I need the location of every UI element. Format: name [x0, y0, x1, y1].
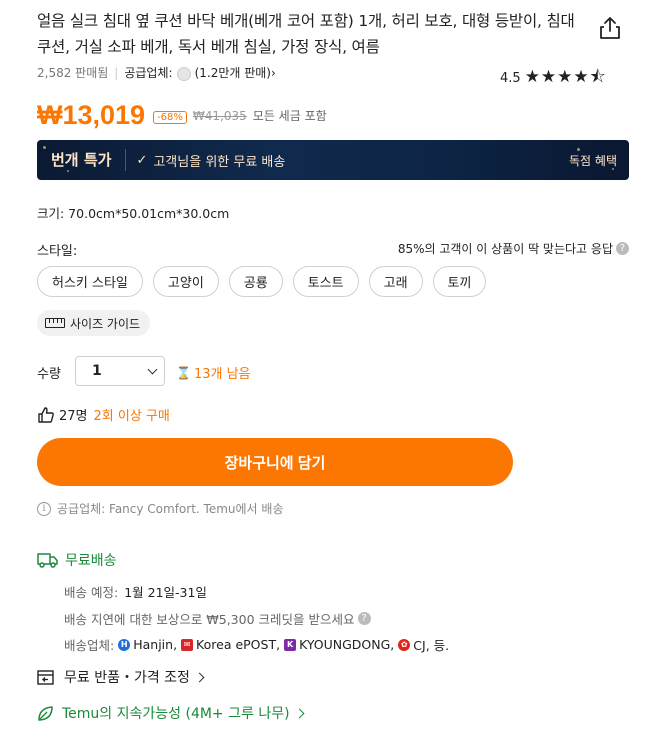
style-option[interactable]: 공룡	[228, 266, 283, 297]
truck-icon	[37, 553, 58, 568]
eta-value: 1월 21일-31일	[124, 585, 207, 600]
lightning-deal-banner[interactable]: 번개 특가 ✓ 고객님을 위한 무료 배송 독점 혜택	[37, 140, 629, 180]
style-option[interactable]: 허스키 스타일	[37, 266, 143, 297]
stock-remaining: ⌛ 13개 남음	[176, 363, 251, 383]
quantity-value: 1	[92, 363, 102, 379]
carriers-label: 배송업체:	[64, 638, 115, 653]
korea-epost-logo-icon: ✉	[181, 638, 194, 651]
exclusive-benefit: 독점 혜택	[569, 153, 617, 168]
style-option[interactable]: 토끼	[432, 266, 487, 297]
fit-note: 85%의 고객이 이 상품이 딱 맞는다고 응답 ?	[398, 240, 629, 257]
supplier-link[interactable]: 공급업체: (1.2만개 판매)›	[124, 64, 276, 81]
carrier-cj: CJ, 등.	[413, 638, 450, 653]
chevron-right-icon	[294, 708, 304, 718]
delivery-estimate: 배송 예정: 1월 21일-31일	[64, 582, 207, 601]
style-option[interactable]: 고래	[368, 266, 423, 297]
size-spec: 크기: 70.0cm*50.01cm*30.0cm	[37, 206, 230, 221]
thumbs-up-icon	[38, 406, 54, 423]
chevron-right-icon: ›	[271, 66, 276, 80]
delay-credit: 배송 지연에 대한 보상으로 ₩5,300 크레딧을 받으세요 ?	[64, 609, 371, 628]
style-option[interactable]: 토스트	[292, 266, 359, 297]
quantity-label: 수량	[37, 367, 61, 382]
stock-text: 13개 남음	[193, 367, 251, 382]
supplier-sales: (1.2만개 판매)	[194, 66, 271, 80]
supplier-label: 공급업체:	[124, 66, 173, 80]
chevron-down-icon	[147, 364, 158, 374]
kyoungdong-logo-icon: K	[284, 638, 297, 651]
discount-badge: -68%	[153, 111, 187, 124]
supplier-note-text: 공급업체: Fancy Comfort. Temu에서 배송	[57, 502, 284, 516]
meta-divider: |	[114, 65, 119, 80]
cj-logo-icon: ✿	[398, 638, 411, 651]
sparkle-icon	[43, 146, 46, 149]
chevron-right-icon	[194, 672, 205, 682]
sustainability-link[interactable]: Temu의 지속가능성 (4M+ 그루 나무)	[37, 703, 304, 723]
free-returns-text: 무료 반품・가격 조정	[64, 670, 190, 686]
current-price: ₩13,019	[37, 100, 146, 130]
price-row: ₩13,019 -68% ₩41,035 모든 세금 포함	[37, 100, 327, 131]
eta-label: 배송 예정:	[64, 585, 119, 600]
lightning-deal-label: 번개 특가	[37, 149, 127, 171]
help-icon[interactable]: ?	[357, 612, 371, 625]
buyer-count: 27명	[59, 409, 88, 424]
hanjin-logo-icon: H	[118, 638, 131, 651]
style-label: 스타일:	[37, 244, 78, 259]
carriers-line: 배송업체: H Hanjin, ✉ Korea ePOST, K KYOUNGD…	[64, 635, 449, 654]
add-to-cart-button[interactable]: 장바구니에 담기	[37, 438, 513, 486]
size-guide-label: 사이즈 가이드	[70, 316, 141, 331]
product-title: 얼음 실크 침대 옆 쿠션 바닥 베개(베개 코어 포함) 1개, 허리 보호,…	[37, 12, 575, 56]
ruler-icon	[45, 318, 65, 328]
hourglass-icon: ⌛	[176, 365, 191, 380]
carrier-korea-epost: Korea ePOST,	[196, 637, 281, 652]
check-icon: ✓	[136, 152, 148, 168]
supplier-avatar	[176, 66, 191, 81]
sparkle-icon	[67, 170, 69, 172]
rating-stars-icon: ★★★★⯪	[524, 67, 607, 87]
product-meta: 2,582 판매됨 | 공급업체: (1.2만개 판매)›	[37, 64, 276, 81]
repeat-purchase-text: 2회 이상 구매	[93, 409, 170, 424]
share-icon[interactable]	[596, 14, 624, 42]
size-guide-button[interactable]: 사이즈 가이드	[37, 310, 151, 336]
quantity-select[interactable]: 1	[75, 356, 165, 386]
sold-count: 2,582 판매됨	[37, 66, 109, 80]
sustainability-text: Temu의 지속가능성 (4M+ 그루 나무)	[62, 706, 290, 722]
carrier-kyoungdong: KYOUNGDONG,	[299, 637, 395, 652]
repeat-buyers: 27명 2회 이상 구매	[37, 405, 170, 424]
free-shipping-message: 고객님을 위한 무료 배송	[153, 154, 286, 170]
free-returns-link[interactable]: 무료 반품・가격 조정	[37, 667, 205, 687]
return-box-icon	[37, 669, 54, 685]
info-icon: i	[37, 501, 51, 516]
leaf-icon	[38, 705, 53, 721]
supplier-note: i 공급업체: Fancy Comfort. Temu에서 배송	[37, 500, 283, 517]
delay-credit-text: 배송 지연에 대한 보상으로 ₩5,300 크레딧을 받으세요	[64, 612, 355, 627]
free-shipping-title: 무료배송	[65, 553, 117, 569]
carrier-hanjin: Hanjin,	[133, 637, 178, 652]
product-rating[interactable]: 4.5 ★★★★⯪	[500, 64, 607, 93]
free-shipping-header[interactable]: 무료배송	[37, 550, 117, 570]
original-price: ₩41,035	[192, 109, 247, 123]
fit-note-text: 85%의 고객이 이 상품이 딱 맞는다고 응답	[397, 242, 613, 256]
help-icon[interactable]: ?	[616, 242, 629, 255]
tax-note: 모든 세금 포함	[252, 109, 327, 123]
style-option[interactable]: 고양이	[152, 266, 219, 297]
style-options: 허스키 스타일 고양이 공룡 토스트 고래 토끼	[37, 266, 487, 297]
rating-value: 4.5	[500, 71, 521, 86]
